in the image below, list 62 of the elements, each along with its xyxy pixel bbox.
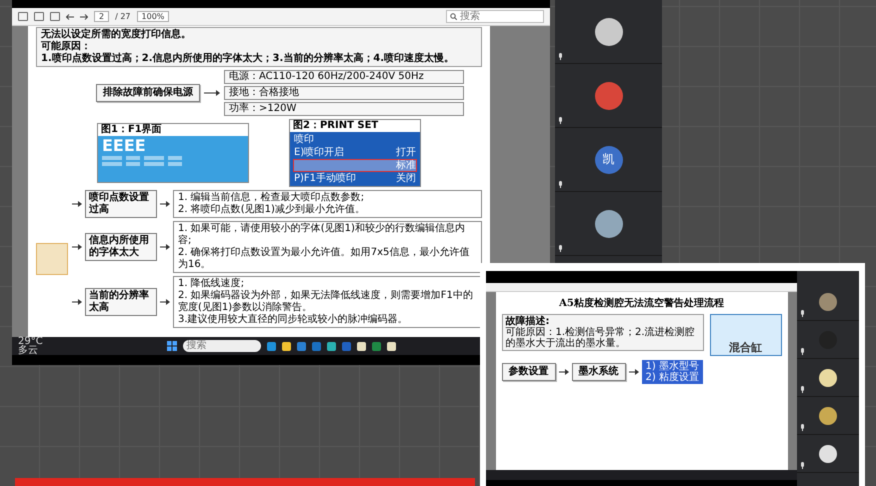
document-title: A5粘度检测腔无法流空警告处理流程 [558, 296, 725, 310]
description-text: 无法以设定所需的宽度打印信息。 [41, 29, 192, 40]
figure-title: 图2：PRINT SET [292, 120, 380, 132]
figure-title: 图1：F1界面 [100, 124, 163, 136]
description-text: 1.喷印点数设置过高；2.信息内所使用的字体太大；3.当前的分辨率太高；4.喷印速度太慢。 [41, 53, 456, 65]
avatar: 凯 [594, 146, 622, 174]
menu-row: E)喷印开启 打开 [293, 146, 417, 159]
arrow-line [628, 369, 638, 375]
microphone-icon [558, 53, 563, 60]
display-text: EEEE [102, 138, 147, 154]
microphone-icon [800, 310, 805, 317]
windows-icon[interactable] [166, 341, 176, 351]
arrow-line [160, 201, 170, 207]
remedy-text: 1. 编辑当前信息，检查最大喷印点数参数; [178, 192, 366, 204]
menu-section: 喷印 [293, 133, 417, 146]
flow-node: 当前的分辨率太高 [85, 288, 157, 316]
flow-node: 功率：>120W [224, 102, 464, 116]
description-text: 可能原因：1.检测信号异常；2.流进检测腔的墨水大于流出的墨水量。 [506, 327, 696, 349]
microphone-icon [800, 386, 805, 393]
taskbar-search[interactable]: 搜索 [182, 340, 260, 352]
microphone-icon [558, 117, 563, 124]
flow-node: 接地：合格接地 [224, 86, 464, 100]
description-text: 可能原因： [41, 41, 92, 52]
microphone-icon [800, 348, 805, 355]
tank-drawing: 混合缸 [710, 314, 782, 356]
flow-node: 墨水系统 [572, 363, 626, 381]
arrow-line [558, 369, 568, 375]
menu-row: 2) 粘度设置 [646, 372, 699, 383]
flow-node: 参数设置 [502, 363, 556, 381]
remedy-text: 2. 如果编码器设为外部，如果无法降低线速度，则需要增加F1中的宽度(见图1)参数以消除警告。 [178, 290, 474, 314]
arrow-line [160, 244, 170, 250]
left-arrow-icon[interactable] [66, 14, 74, 20]
arrow-line [72, 299, 82, 305]
flow-node: 电源：AC110-120 60Hz/200-240V 50Hz [224, 70, 464, 84]
search-field[interactable]: 搜索 [446, 10, 544, 23]
zoom-select[interactable]: 100% [136, 11, 170, 22]
right-arrow-icon[interactable] [80, 14, 88, 20]
remedy-text: 2. 确保将打印点数设置为最小允许值。如用7x5信息，最小允许值为16。 [178, 247, 470, 271]
arrow-line [204, 90, 220, 96]
microphone-icon [558, 245, 563, 252]
arrow-line [160, 299, 170, 305]
microphone-icon [800, 424, 805, 431]
arrow-line [72, 201, 82, 207]
page-count: / 27 [115, 12, 131, 21]
flow-node: 排除故障前确保电源 [96, 84, 200, 102]
description-text: 故障描述: [506, 316, 550, 327]
flow-node: 喷印点数设置过高 [85, 190, 157, 218]
logo-icon [36, 243, 68, 275]
flow-node: 信息内所使用的字体太大 [85, 233, 157, 261]
microphone-icon [558, 181, 563, 188]
remedy-text: 2. 将喷印点数(见图1)减少到最小允许值。 [178, 204, 366, 216]
remedy-text: 3.建议使用较大直径的同步轮或较小的脉冲编码器。 [178, 314, 409, 326]
search-icon [450, 13, 457, 20]
microphone-icon [800, 462, 805, 469]
weather-widget[interactable]: 29°C 多云 [18, 337, 108, 355]
menu-row: 1) 墨水型号 [646, 361, 699, 372]
page-input[interactable]: 2 [94, 11, 110, 22]
remedy-text: 1. 如果可能，请使用较小的字体(见图1)和较少的行数编辑信息内容; [178, 223, 466, 246]
menu-row: 标准 [293, 159, 417, 172]
arrow-line [72, 244, 82, 250]
menu-row: P)F1手动喷印 关闭 [293, 172, 417, 185]
remedy-text: 1. 降低线速度; [178, 278, 246, 290]
